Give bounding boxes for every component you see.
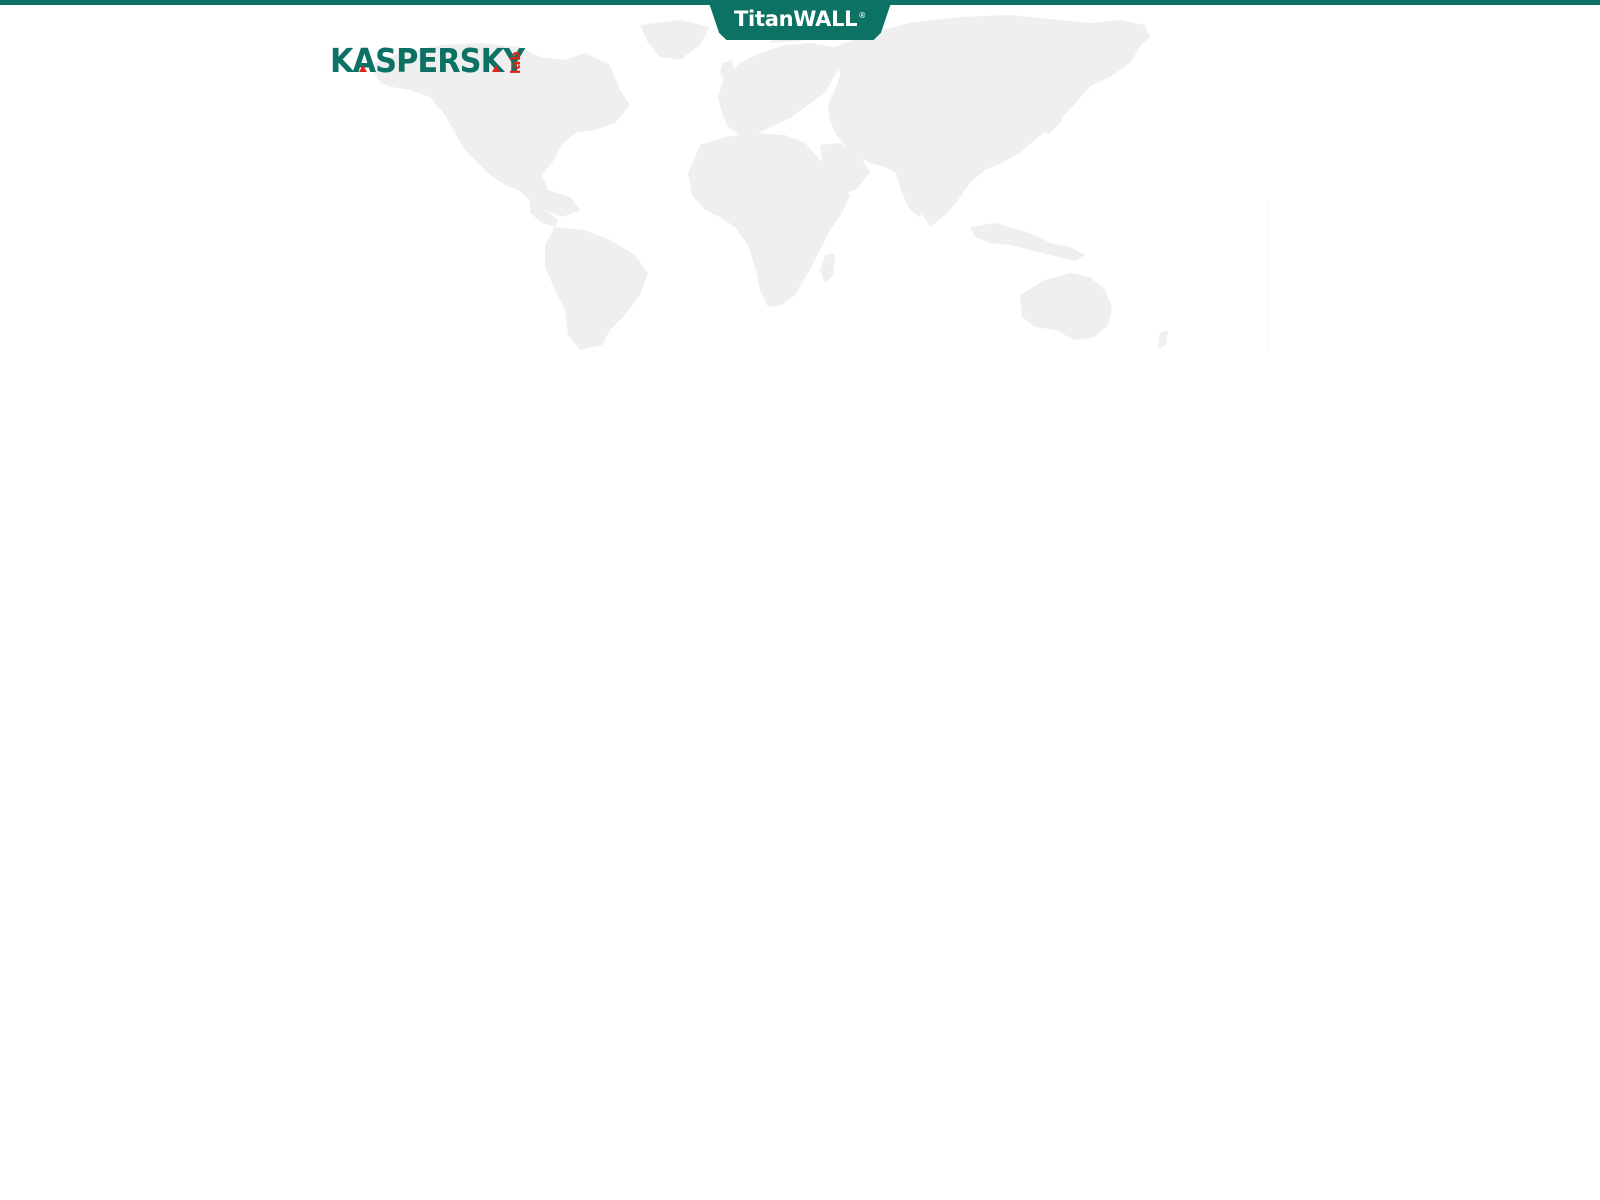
app-title: TitanWALL® xyxy=(734,7,866,31)
europe-landmass xyxy=(718,43,845,135)
kaspersky-logo: KASPERSKY lab xyxy=(330,38,530,84)
australia-landmass xyxy=(1020,273,1112,340)
map-divider xyxy=(1268,200,1269,350)
kaspersky-logo-icon: KASPERSKY lab xyxy=(330,43,527,80)
svg-text:lab: lab xyxy=(509,51,524,74)
southeast-asia-islands xyxy=(970,223,1085,261)
registered-mark: ® xyxy=(858,11,866,20)
svg-text:KASPERSKY: KASPERSKY xyxy=(330,43,526,80)
app-window: KASPERSKY lab TitanWALL® xyxy=(0,0,1600,1200)
titanwall-title-tab: TitanWALL® xyxy=(708,0,892,40)
asia-landmass xyxy=(828,15,1142,227)
greenland-landmass xyxy=(640,20,710,60)
south-america-landmass xyxy=(545,227,648,350)
madagascar-landmass xyxy=(820,253,835,283)
new-zealand-landmass xyxy=(1158,330,1168,349)
